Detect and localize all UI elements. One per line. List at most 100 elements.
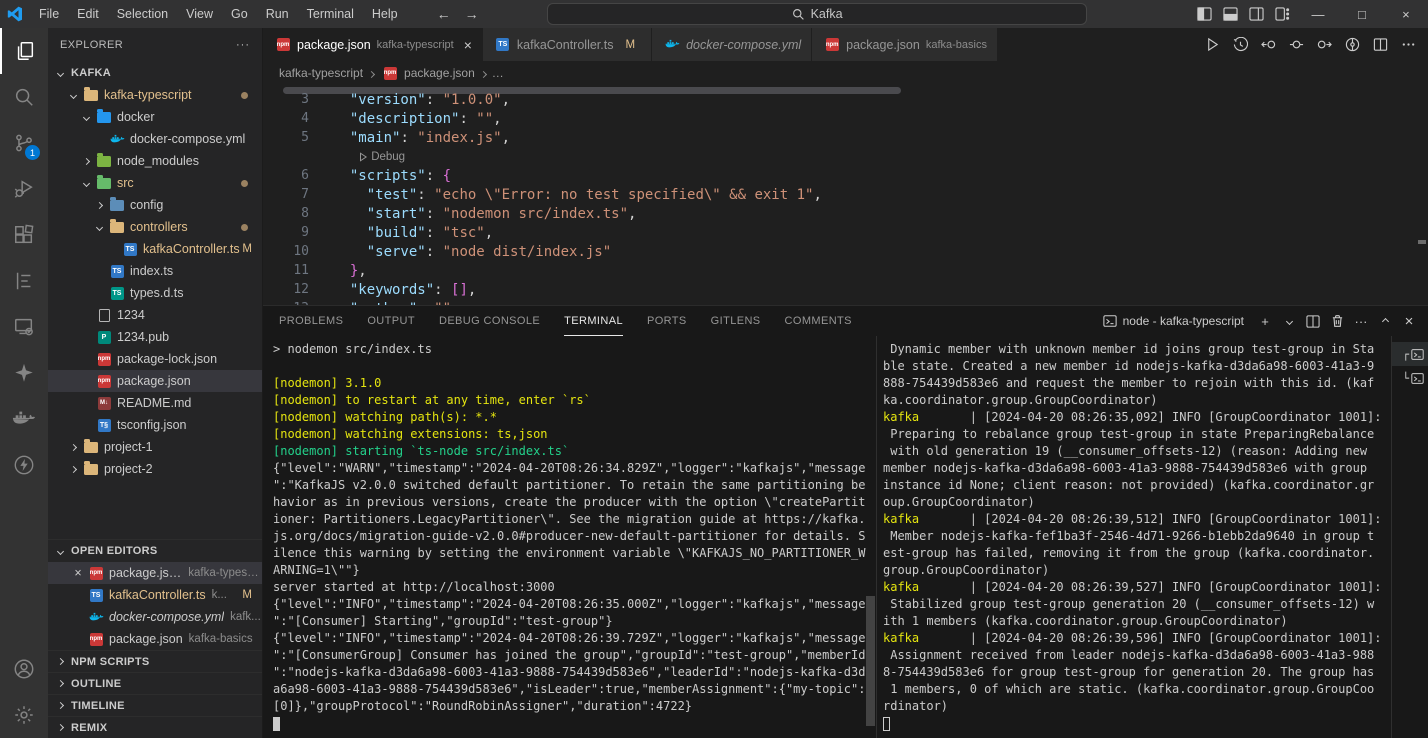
codelens-debug[interactable]: Debug	[358, 151, 405, 163]
terminal-scrollbar[interactable]	[866, 596, 875, 726]
tree-item-project-1[interactable]: project-1	[48, 436, 262, 458]
code-editor[interactable]: 3 "version": "1.0.0",4 "description": ""…	[263, 85, 1428, 305]
panel-tab-gitlens[interactable]: GITLENS	[711, 306, 761, 336]
terminal-pane-left[interactable]: > nodemon src/index.ts[nodemon] 3.1.0[no…	[263, 336, 877, 738]
activity-item-thunder-client[interactable]	[0, 442, 48, 488]
split-editor-icon[interactable]	[1368, 33, 1392, 57]
section-header-outline[interactable]: OUTLINE	[48, 672, 262, 694]
code-line[interactable]: 3 "version": "1.0.0",	[263, 90, 1428, 109]
tree-item-index.ts[interactable]: TSindex.ts	[48, 260, 262, 282]
panel-tab-debug-console[interactable]: DEBUG CONSOLE	[439, 306, 540, 336]
open-editor-kafkaController.ts[interactable]: TSkafkaController.tsk...M	[48, 584, 262, 606]
tree-item-config[interactable]: config	[48, 194, 262, 216]
tree-item-README.md[interactable]: M↓README.md	[48, 392, 262, 414]
terminal-pane-right[interactable]: Dynamic member with unknown member id jo…	[877, 336, 1392, 738]
activity-item-copilot[interactable]	[0, 350, 48, 396]
open-editor-docker-compose.yml[interactable]: docker-compose.ymlkafk...	[48, 606, 262, 628]
panel-tab-terminal[interactable]: TERMINAL	[564, 306, 623, 336]
go-forward-button[interactable]: →	[465, 6, 479, 22]
section-header-open-editors[interactable]: OPEN EDITORS	[48, 540, 262, 562]
editor-tab-package.json[interactable]: npmpackage.jsonkafka-basics	[812, 28, 998, 61]
activity-item-explorer[interactable]	[0, 28, 48, 74]
tree-item-tsconfig.json[interactable]: T§tsconfig.json	[48, 414, 262, 436]
activity-item-settings[interactable]	[0, 692, 48, 738]
activity-item-docker[interactable]	[0, 396, 48, 442]
commit-graph-icon[interactable]	[1340, 33, 1364, 57]
menu-terminal[interactable]: Terminal	[298, 7, 363, 21]
terminal-list-item-node[interactable]: └	[1392, 366, 1428, 390]
toggle-primary-sidebar-icon[interactable]	[1192, 2, 1218, 26]
open-editor-package.json[interactable]: npmpackage.jsonkafka-basics	[48, 628, 262, 650]
menu-edit[interactable]: Edit	[68, 7, 108, 21]
terminal-list-item-node[interactable]: ┌	[1392, 342, 1428, 366]
close-window-button[interactable]: ×	[1384, 0, 1428, 28]
tree-item-kafka-typescript[interactable]: kafka-typescript	[48, 84, 262, 106]
code-line[interactable]: 12 "keywords": [],	[263, 280, 1428, 299]
code-line[interactable]: 4 "description": "",	[263, 109, 1428, 128]
editor-tab-package.json[interactable]: npmpackage.jsonkafka-typescript×	[263, 28, 483, 61]
activity-item-outline[interactable]	[0, 258, 48, 304]
activity-item-source-control[interactable]: 1	[0, 120, 48, 166]
menu-help[interactable]: Help	[363, 7, 407, 21]
tree-item-1234.pub[interactable]: P1234.pub	[48, 326, 262, 348]
breadcrumb-item[interactable]: …	[492, 66, 504, 80]
tree-item-controllers[interactable]: controllers	[48, 216, 262, 238]
tree-item-package-lock.json[interactable]: npmpackage-lock.json	[48, 348, 262, 370]
split-terminal-icon[interactable]	[1302, 310, 1324, 332]
breadcrumb-item[interactable]: kafka-typescript	[279, 66, 363, 80]
menu-file[interactable]: File	[30, 7, 68, 21]
toggle-panel-icon[interactable]	[1218, 2, 1244, 26]
tree-item-types.d.ts[interactable]: TStypes.d.ts	[48, 282, 262, 304]
changes-icon[interactable]	[1284, 33, 1308, 57]
code-line[interactable]: 13 "author": "",	[263, 299, 1428, 305]
close-editor-icon[interactable]: ×	[70, 566, 86, 580]
activity-item-remote-explorer[interactable]	[0, 304, 48, 350]
maximize-button[interactable]: □	[1340, 0, 1384, 28]
tree-item-1234[interactable]: 1234	[48, 304, 262, 326]
tree-item-docker[interactable]: docker	[48, 106, 262, 128]
next-change-icon[interactable]	[1312, 33, 1336, 57]
section-header-timeline[interactable]: TIMELINE	[48, 694, 262, 716]
panel-more-actions-icon[interactable]: ···	[1350, 310, 1372, 332]
menu-view[interactable]: View	[177, 7, 222, 21]
menu-selection[interactable]: Selection	[108, 7, 177, 21]
menu-run[interactable]: Run	[257, 7, 298, 21]
open-editor-package.json[interactable]: ×npmpackage.jsonkafka-typesc...	[48, 562, 262, 584]
previous-change-icon[interactable]	[1256, 33, 1280, 57]
code-line[interactable]: 11 },	[263, 261, 1428, 280]
history-icon[interactable]	[1228, 33, 1252, 57]
breadcrumb-item[interactable]: package.json	[404, 66, 475, 80]
explorer-more-actions-icon[interactable]: ···	[236, 39, 250, 51]
code-line[interactable]: 10 "serve": "node dist/index.js"	[263, 242, 1428, 261]
tree-item-project-2[interactable]: project-2	[48, 458, 262, 480]
kill-terminal-icon[interactable]	[1326, 310, 1348, 332]
tree-item-package.json[interactable]: npmpackage.json	[48, 370, 262, 392]
maximize-panel-icon[interactable]	[1374, 310, 1396, 332]
editor-tab-docker-compose.yml[interactable]: docker-compose.yml	[652, 28, 812, 61]
activity-item-search[interactable]	[0, 74, 48, 120]
run-icon[interactable]	[1200, 33, 1224, 57]
toggle-secondary-sidebar-icon[interactable]	[1244, 2, 1270, 26]
tree-item-docker-compose.yml[interactable]: docker-compose.yml	[48, 128, 262, 150]
go-back-button[interactable]: ←	[437, 6, 451, 22]
editor-tab-kafkaController.ts[interactable]: TSkafkaController.tsM	[483, 28, 652, 61]
code-line[interactable]: 7 "test": "echo \"Error: no test specifi…	[263, 185, 1428, 204]
terminal-dropdown-icon[interactable]	[1278, 310, 1300, 332]
tree-item-src[interactable]: src	[48, 172, 262, 194]
close-tab-icon[interactable]: ×	[464, 37, 472, 53]
panel-tab-problems[interactable]: PROBLEMS	[279, 306, 343, 336]
more-actions-icon[interactable]	[1396, 33, 1420, 57]
code-line[interactable]: 5 "main": "index.js",	[263, 128, 1428, 147]
new-terminal-button[interactable]: +	[1254, 310, 1276, 332]
activity-item-extensions[interactable]	[0, 212, 48, 258]
tree-item-kafkaController.ts[interactable]: TSkafkaController.tsM	[48, 238, 262, 260]
tree-item-node_modules[interactable]: node_modules	[48, 150, 262, 172]
activity-item-accounts[interactable]	[0, 646, 48, 692]
activity-item-run-and-debug[interactable]	[0, 166, 48, 212]
section-header-npm-scripts[interactable]: NPM SCRIPTS	[48, 650, 262, 672]
command-center-search[interactable]: Kafka	[547, 3, 1087, 25]
code-line[interactable]: 9 "build": "tsc",	[263, 223, 1428, 242]
panel-tab-output[interactable]: OUTPUT	[367, 306, 415, 336]
panel-tab-ports[interactable]: PORTS	[647, 306, 687, 336]
code-line[interactable]: Debug	[263, 147, 1428, 166]
